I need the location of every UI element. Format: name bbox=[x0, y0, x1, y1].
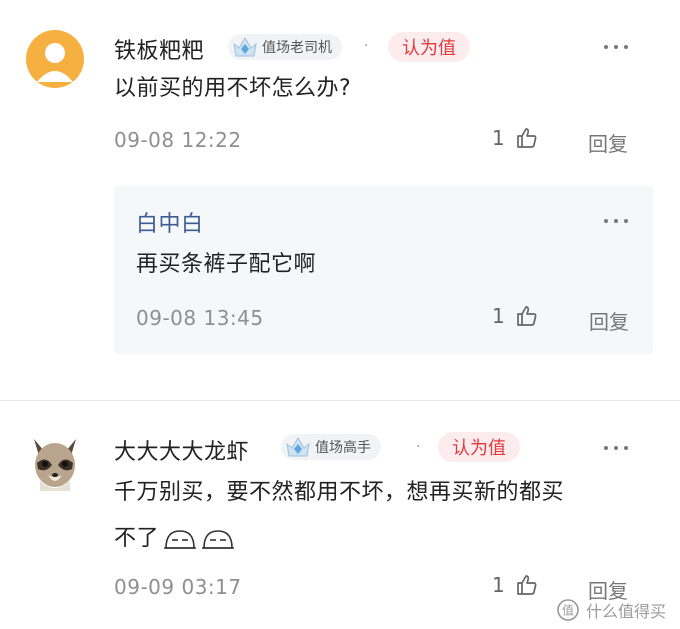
comment-text-line2-row: 不了 bbox=[114, 517, 235, 561]
svg-text:值: 值 bbox=[562, 603, 574, 618]
diamond-crown-icon bbox=[233, 37, 257, 57]
comment-timestamp: 09-08 12:22 bbox=[114, 128, 242, 152]
comment-timestamp: 09-09 03:17 bbox=[114, 575, 242, 599]
reply-box: 白中白 再买条裤子配它啊 09-08 13:45 1 回复 bbox=[114, 186, 653, 354]
thumbs-up-icon bbox=[516, 306, 537, 326]
reply-timestamp: 09-08 13:45 bbox=[136, 306, 264, 330]
like-count: 1 bbox=[492, 573, 505, 597]
watermark-text: 什么值得买 bbox=[586, 602, 667, 621]
avatar-raccoon[interactable] bbox=[26, 429, 84, 495]
user-silhouette-icon bbox=[37, 43, 73, 82]
comment-1: 铁板粑粑 值场老司机 · 认为值 以前买的用不坏怎么办? 09-08 12:22… bbox=[0, 0, 680, 400]
reply-button[interactable]: 回复 bbox=[588, 128, 628, 157]
more-options-icon[interactable] bbox=[604, 45, 628, 49]
reply-like-count: 1 bbox=[492, 304, 505, 328]
comment-text: 以前买的用不坏怎么办? bbox=[114, 76, 352, 101]
thumbs-up-icon bbox=[516, 128, 537, 148]
avatar-default[interactable] bbox=[26, 30, 84, 88]
like-button[interactable]: 1 bbox=[492, 126, 539, 150]
zhi-logo-icon: 值 bbox=[557, 599, 579, 621]
reply-more-options-icon[interactable] bbox=[604, 219, 628, 223]
reply-reply-button[interactable]: 回复 bbox=[589, 306, 629, 335]
like-button[interactable]: 1 bbox=[492, 573, 539, 597]
thumbs-up-icon bbox=[516, 575, 537, 595]
user-level-badge[interactable]: 值场高手 bbox=[281, 434, 381, 460]
comment-text-line2: 不了 bbox=[114, 526, 160, 551]
reply-text: 再买条裤子配它啊 bbox=[136, 252, 317, 277]
badge-label: 值场高手 bbox=[315, 440, 371, 456]
emoji-peek-icon bbox=[164, 530, 197, 549]
more-options-icon[interactable] bbox=[604, 446, 628, 450]
raccoon-icon bbox=[34, 439, 76, 491]
diamond-crown-icon bbox=[286, 437, 310, 457]
reply-username[interactable]: 白中白 bbox=[136, 206, 204, 238]
comment-text-line1: 千万别买，要不然都用不坏，想再买新的都买 bbox=[114, 480, 565, 505]
watermark: 值 什么值得买 bbox=[556, 598, 666, 622]
username[interactable]: 铁板粑粑 bbox=[114, 33, 204, 65]
reply-like-button[interactable]: 1 bbox=[492, 304, 539, 328]
emoji-peek-icon bbox=[202, 530, 235, 549]
badge-label: 值场老司机 bbox=[262, 40, 332, 56]
separator-dot: · bbox=[416, 439, 421, 455]
user-level-badge[interactable]: 值场老司机 bbox=[228, 34, 342, 60]
opinion-tag: 认为值 bbox=[438, 432, 520, 462]
opinion-tag: 认为值 bbox=[388, 32, 470, 62]
comment-2: 大大大大龙虾 值场高手 · 认为值 千万别买，要不然都用不坏，想再买新的都买 不… bbox=[0, 401, 680, 629]
like-count: 1 bbox=[492, 126, 505, 150]
username[interactable]: 大大大大龙虾 bbox=[114, 434, 249, 466]
separator-dot: · bbox=[364, 38, 369, 54]
